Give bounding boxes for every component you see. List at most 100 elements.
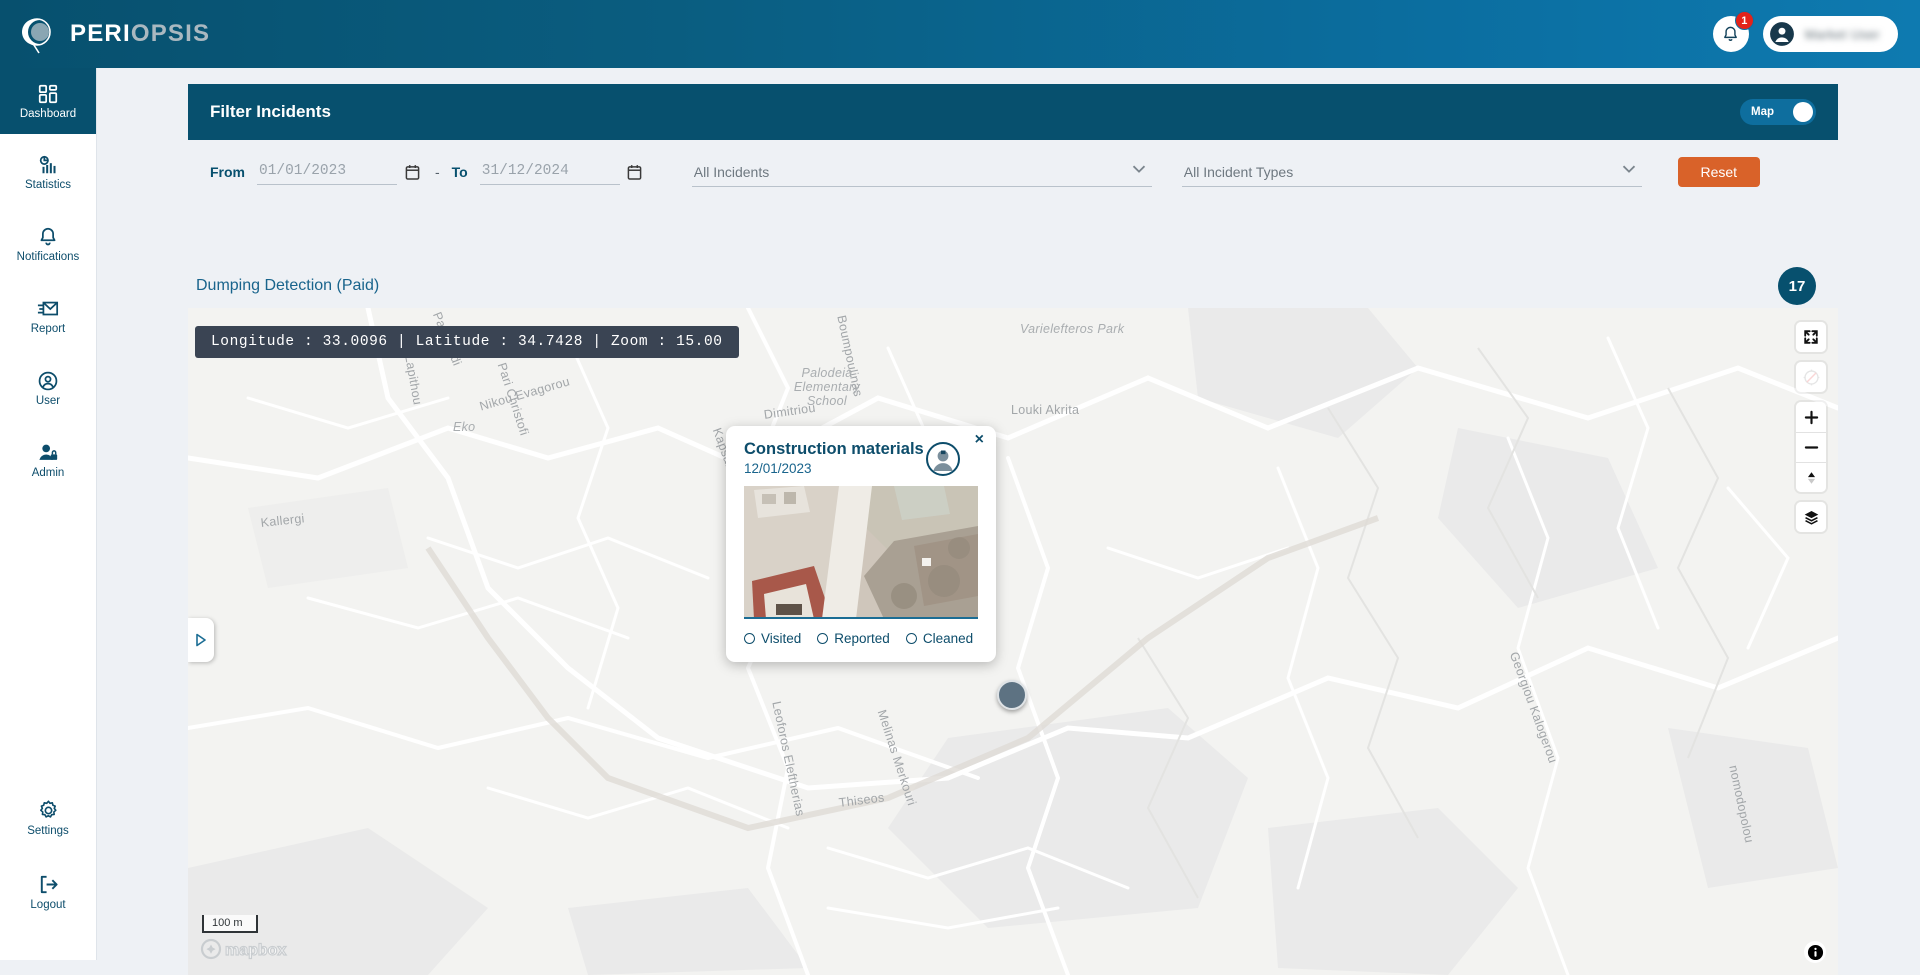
sidebar-item-settings[interactable]: Settings xyxy=(0,784,96,852)
sidebar-item-statistics[interactable]: Statistics xyxy=(0,138,96,206)
notification-count-badge: 1 xyxy=(1734,11,1754,30)
topbar-actions: 1 Market User xyxy=(1712,11,1898,52)
mapbox-logo-icon: mapbox xyxy=(200,938,287,960)
sidebar-item-dashboard[interactable]: Dashboard xyxy=(0,68,96,134)
map-toggle-knob xyxy=(1793,102,1813,122)
map-label: Varielefteros Park xyxy=(1020,322,1125,336)
map-controls xyxy=(1796,322,1826,532)
map-scale-bar: 100 m xyxy=(202,915,258,933)
bell-icon xyxy=(40,227,56,245)
brand-primary: PERI xyxy=(70,20,131,47)
layers-icon xyxy=(1804,510,1818,525)
from-label: From xyxy=(210,164,245,180)
date-range-separator: - xyxy=(435,164,440,180)
sidebar-item-report[interactable]: Report xyxy=(0,282,96,350)
incident-types-select-wrap: All Incident Types xyxy=(1181,157,1642,187)
status-option-visited[interactable]: Visited xyxy=(744,631,801,646)
sidebar-secondary-nav: Settings Logout xyxy=(0,784,96,960)
bar-chart-icon xyxy=(39,155,56,173)
sidebar-item-logout[interactable]: Logout xyxy=(0,858,96,926)
dashboard-grid-icon xyxy=(38,84,58,103)
user-avatar-icon xyxy=(929,445,957,473)
periopsis-logo-icon xyxy=(18,14,58,54)
fullscreen-icon xyxy=(1804,330,1818,344)
zoom-in-icon xyxy=(1804,410,1818,424)
north-arrow-icon xyxy=(1807,471,1815,484)
map-zoom-in-button[interactable] xyxy=(1796,402,1826,432)
sidebar-item-label: Settings xyxy=(27,825,69,837)
map-panel-expand-button[interactable] xyxy=(188,618,214,662)
top-bar: PERIOPSIS 1 Market User xyxy=(0,0,1920,68)
sidebar-item-label: Report xyxy=(30,322,66,335)
popup-incident-image[interactable] xyxy=(744,486,978,619)
date-from-input[interactable] xyxy=(257,159,397,185)
incident-count-badge: 17 xyxy=(1778,267,1816,305)
map-label: Louki Akrita xyxy=(1011,403,1080,417)
filter-controls-row: From - To All I xyxy=(188,140,1838,204)
incidents-select-wrap: All Incidents xyxy=(691,157,1152,187)
map-view-toggle[interactable]: Map xyxy=(1740,99,1816,125)
user-name-label: Market User xyxy=(1804,26,1880,42)
date-to-calendar-button[interactable] xyxy=(624,161,646,183)
map-layers-button[interactable] xyxy=(1796,502,1826,532)
radio-icon xyxy=(817,633,829,644)
sidebar-item-label: User xyxy=(35,394,61,407)
compass-control-group xyxy=(1796,362,1826,392)
mapbox-attribution-logo[interactable]: mapbox xyxy=(200,938,288,965)
calendar-icon xyxy=(627,165,642,180)
status-label: Cleaned xyxy=(922,631,974,646)
incident-marker[interactable] xyxy=(997,680,1027,710)
map-toggle-label: Map xyxy=(1751,106,1774,118)
popup-reporter-avatar xyxy=(926,442,960,476)
date-from-calendar-button[interactable] xyxy=(401,161,423,183)
coordinates-readout: Longitude : 33.0096 | Latitude : 34.7428… xyxy=(195,326,739,358)
date-to-input[interactable] xyxy=(479,159,620,185)
popup-close-button[interactable]: × xyxy=(975,432,984,448)
map-label: Eko xyxy=(453,420,476,434)
map-reset-bearing-button[interactable] xyxy=(1796,462,1826,492)
layers-control-group xyxy=(1796,502,1826,532)
incident-popup: × Construction materials 12/01/2023 Visi… xyxy=(726,426,996,662)
user-avatar-icon xyxy=(1769,22,1794,46)
main-content: Filter Incidents Map From - To xyxy=(97,68,1920,975)
radio-icon xyxy=(744,633,755,644)
map-compass-button[interactable] xyxy=(1796,362,1826,392)
map-fullscreen-button[interactable] xyxy=(1796,322,1826,352)
logout-arrow-icon xyxy=(40,875,58,894)
to-label: To xyxy=(451,164,468,180)
sidebar-primary-nav: Dashboard Statistics Notifications Repor… xyxy=(0,68,96,496)
sidebar-item-label: Statistics xyxy=(24,178,71,191)
gear-icon xyxy=(39,800,57,818)
zoom-out-icon xyxy=(1804,446,1818,449)
compass-disabled-icon xyxy=(1803,369,1819,385)
filter-panel: Filter Incidents Map From - To xyxy=(188,84,1838,204)
popup-status-options: Visited Reported Cleaned xyxy=(744,631,978,646)
info-icon xyxy=(1807,944,1823,960)
status-label: Reported xyxy=(834,631,890,646)
sidebar-item-label: Dashboard xyxy=(19,107,77,120)
user-menu-button[interactable]: Market User xyxy=(1762,16,1898,52)
reset-button[interactable]: Reset xyxy=(1677,157,1760,187)
notifications-button[interactable]: 1 xyxy=(1712,11,1754,52)
brand-secondary: OPSIS xyxy=(130,20,211,47)
sidebar-item-notifications[interactable]: Notifications xyxy=(0,210,96,278)
admin-shield-icon xyxy=(39,444,58,460)
filter-header: Filter Incidents Map xyxy=(188,84,1838,140)
filter-title: Filter Incidents xyxy=(210,102,331,121)
brand-text: PERIOPSIS xyxy=(70,20,210,48)
map-zoom-out-button[interactable] xyxy=(1796,432,1826,462)
status-label: Visited xyxy=(761,631,802,646)
calendar-icon xyxy=(405,165,419,180)
envelope-report-icon xyxy=(37,301,59,315)
incident-types-select[interactable]: All Incident Types xyxy=(1181,157,1642,187)
map-label: Palodeia Elementary School xyxy=(793,366,861,408)
status-option-cleaned[interactable]: Cleaned xyxy=(905,631,974,646)
incident-map[interactable]: Pari ChristofiLapithouPallikaridiNikou E… xyxy=(188,308,1838,975)
status-option-reported[interactable]: Reported xyxy=(817,631,890,646)
sidebar-item-admin[interactable]: Admin xyxy=(0,426,96,494)
incidents-select[interactable]: All Incidents xyxy=(691,157,1152,187)
sidebar-item-label: Logout xyxy=(30,899,66,911)
sidebar-item-user[interactable]: User xyxy=(0,354,96,422)
brand-logo[interactable]: PERIOPSIS xyxy=(18,14,210,54)
